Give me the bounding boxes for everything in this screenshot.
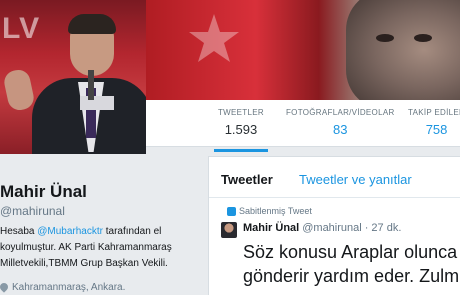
stat-photos-videos[interactable]: FOTOĞRAFLAR/VİDEOLAR 83 xyxy=(286,108,395,137)
stat-tweets[interactable]: TWEETLER 1.593 xyxy=(214,108,268,152)
profile-photo[interactable]: LV xyxy=(0,0,146,154)
photo-hair xyxy=(68,14,116,34)
profile-stats-bar: TWEETLER 1.593 FOTOĞRAFLAR/VİDEOLAR 83 T… xyxy=(146,100,460,152)
stat-following[interactable]: TAKİP EDİLEN 758 xyxy=(408,108,460,137)
photo-hand xyxy=(2,67,36,113)
pinned-indicator: Sabitlenmiş Tweet xyxy=(227,206,312,217)
stat-value: 1.593 xyxy=(224,122,258,137)
tweet-text: Söz konusu Araplar olunca gönderir yardı… xyxy=(243,240,459,288)
tweet-author-handle[interactable]: @mahirunal xyxy=(302,222,361,234)
bio-line2: koyulmuştur. AK Parti Kahramanmaraş xyxy=(0,242,172,253)
stat-label: TWEETLER xyxy=(218,108,264,117)
tweet-author-name[interactable]: Mahir Ünal xyxy=(243,222,299,234)
tweet-author: Mahir Ünal @mahirunal · 27 dk. xyxy=(243,222,401,234)
photo-podium xyxy=(80,96,114,110)
bio-mention-link[interactable]: @Mubarhacktr xyxy=(37,226,103,237)
profile-info: Mahir Ünal @mahirunal Hesaba @Mubarhackt… xyxy=(0,154,206,294)
bio-prefix: Hesaba xyxy=(0,226,38,237)
bio-line3: Milletvekili,TBMM Grup Başkan Vekili. xyxy=(0,258,168,269)
tweet-text-line1: Söz konusu Araplar olunca xyxy=(243,242,458,262)
portrait-eye-left xyxy=(376,34,394,42)
location-text: Kahramanmaraş, Ankara. xyxy=(12,282,126,293)
tweet-avatar[interactable] xyxy=(221,222,237,238)
header-banner[interactable] xyxy=(146,0,460,100)
stat-label: FOTOĞRAFLAR/VİDEOLAR xyxy=(286,108,395,117)
stat-value: 758 xyxy=(425,122,448,137)
flag-star-icon xyxy=(189,14,239,62)
photo-microphone xyxy=(88,70,94,100)
tweet-time[interactable]: · 27 dk. xyxy=(365,222,402,234)
banner-portrait xyxy=(346,0,460,100)
bio-line1-suffix: tarafından el xyxy=(102,226,162,237)
pinned-tweet[interactable]: Sabitlenmiş Tweet Mahir Ünal @mahirunal · … xyxy=(209,198,460,295)
location-pin-icon xyxy=(0,281,10,294)
timeline: Tweetler Tweetler ve yanıtlar Sabitlenmi… xyxy=(208,156,460,295)
profile-handle[interactable]: @mahirunal xyxy=(0,204,65,218)
profile-name[interactable]: Mahir Ünal xyxy=(0,182,87,202)
stat-label: TAKİP EDİLEN xyxy=(408,108,460,117)
pin-icon xyxy=(227,207,236,217)
timeline-tabs: Tweetler Tweetler ve yanıtlar xyxy=(209,157,460,198)
tab-tweets[interactable]: Tweetler xyxy=(221,172,273,187)
banner-letters-decoration: LV xyxy=(2,12,41,45)
pinned-label: Sabitlenmiş Tweet xyxy=(239,206,312,216)
stat-value: 83 xyxy=(333,122,348,137)
profile-bio: Hesaba @Mubarhacktr tarafından el koyulm… xyxy=(0,224,200,272)
portrait-eye-right xyxy=(414,34,432,42)
tab-tweets-and-replies[interactable]: Tweetler ve yanıtlar xyxy=(299,172,412,187)
tweet-text-line2: gönderir yardım eder. Zulm xyxy=(243,266,460,286)
profile-location: Kahramanmaraş, Ankara. xyxy=(0,281,126,294)
